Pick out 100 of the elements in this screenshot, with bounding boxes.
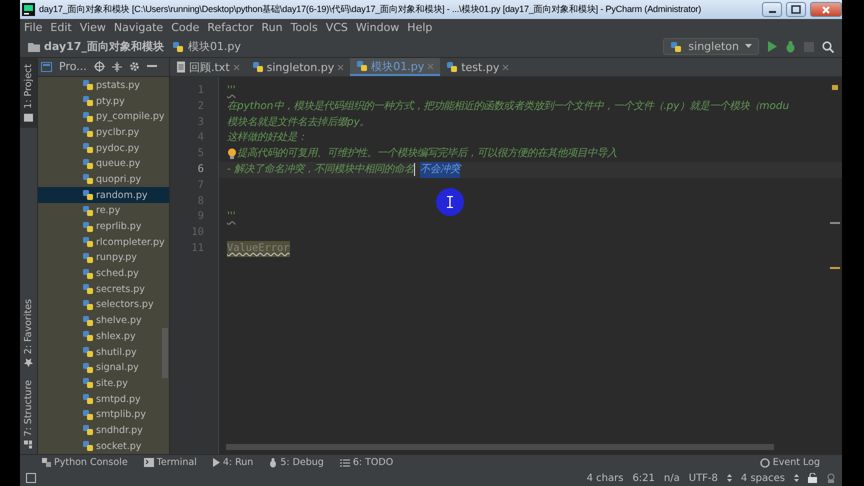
menu-item[interactable]: View [80, 21, 106, 34]
file-tree-item[interactable]: runpy.py [38, 250, 169, 266]
file-tree-item[interactable]: smtplib.py [38, 406, 169, 423]
python-file-icon [252, 61, 264, 73]
close-icon[interactable] [502, 64, 510, 70]
docstring-line: - 解决了命名冲突，不同模块中相同的命名 [227, 162, 414, 177]
folder-icon [24, 112, 33, 122]
collapse-icon[interactable] [112, 62, 122, 72]
file-tree-item[interactable]: sched.py [38, 266, 169, 282]
file-tree-item[interactable]: shelve.py [38, 312, 169, 328]
python-file-icon [356, 60, 368, 72]
warning-marker [832, 85, 838, 90]
menu-item[interactable]: Navigate [114, 21, 164, 34]
search-icon[interactable] [822, 40, 834, 52]
tool-window-button[interactable]: 4: Run [212, 457, 254, 468]
tool-window-button[interactable]: 6: TODO [340, 457, 394, 468]
menu-item[interactable]: Window [356, 21, 400, 34]
hide-icon[interactable] [146, 65, 157, 68]
file-tree-item[interactable]: reprlib.py [38, 218, 169, 234]
run-icon[interactable] [767, 41, 777, 52]
lightbulb-icon[interactable] [227, 148, 237, 160]
menu-item[interactable]: Refactor [207, 21, 254, 34]
file-tree-item[interactable]: re.py [38, 203, 169, 219]
file-tree-item[interactable]: selectors.py [38, 297, 169, 313]
file-tree-item[interactable]: site.py [38, 376, 169, 392]
python-file-icon [82, 142, 94, 154]
menu-item[interactable]: Help [407, 21, 432, 34]
close-button[interactable] [810, 2, 842, 17]
inspector-icon[interactable] [826, 472, 836, 484]
breadcrumb[interactable]: day17_面向对象和模块 [44, 39, 164, 54]
file-tree-item[interactable]: secrets.py [38, 281, 169, 298]
file-tree-item[interactable]: quopri.py [38, 172, 169, 188]
bug-icon[interactable] [785, 40, 796, 52]
updown-icon [726, 474, 732, 482]
breadcrumb[interactable]: 模块01.py [188, 39, 241, 54]
python-file-icon [82, 330, 94, 342]
tool-window-button[interactable]: Python Console [42, 457, 128, 468]
menu-item[interactable]: Edit [50, 21, 72, 34]
status-item[interactable]: 4 spaces [740, 472, 785, 484]
editor-tab[interactable]: test.py [440, 58, 516, 76]
close-icon[interactable] [232, 64, 240, 70]
file-tree-item[interactable]: random.py [38, 187, 169, 203]
file-tree-item[interactable]: py_compile.py [38, 108, 169, 125]
file-tree-item[interactable]: pty.py [38, 93, 169, 109]
panel-toggle-icon[interactable] [26, 473, 36, 483]
folder-icon [28, 42, 40, 52]
menu-item[interactable]: Code [171, 21, 200, 34]
close-icon[interactable] [337, 64, 344, 70]
mouse-cursor-icon [436, 188, 464, 216]
line-number: 6 [196, 162, 205, 177]
minimize-button[interactable] [762, 2, 782, 17]
editor-tab[interactable]: singleton.py [246, 58, 350, 76]
horizontal-scrollbar[interactable] [226, 444, 774, 450]
status-item: 4 chars [586, 472, 624, 484]
speech-bubble-icon [760, 458, 770, 468]
unresolved-reference: ValueError [227, 240, 290, 257]
docstring-line: 在python中，模块是代码组织的一种方式，把功能相近的函数或者类放到一个文件中，一个文件（.py）就是一个模块（modu [227, 98, 790, 114]
menu-item[interactable]: Tools [290, 21, 318, 34]
run-config-dropdown[interactable]: singleton [663, 38, 759, 55]
file-tree-item[interactable]: rlcompleter.py [38, 234, 169, 250]
file-tree-item[interactable]: shlex.py [38, 328, 169, 344]
file-tree-item[interactable]: socket.py [38, 438, 169, 454]
python-file-icon [82, 314, 94, 327]
app-logo-icon [22, 3, 35, 16]
python-file-icon [172, 40, 184, 52]
python-file-icon [82, 126, 94, 138]
target-icon[interactable] [94, 61, 105, 72]
file-tree-item[interactable]: shutil.py [38, 344, 169, 360]
updown-icon [794, 474, 799, 482]
python-file-icon [82, 393, 94, 406]
window-title: day17_面向对象和模块 [C:\Users\running\Desktop\python基础\day17(6-19)\代码\day17_面向对象和模块] - ...\模块01.py [day17_面向对象和模块] - PyCharm (Administrator) [39, 3, 702, 16]
tool-window-button[interactable]: 5: Debug [269, 457, 324, 468]
tool-window-tab[interactable]: 2: Favorites [20, 293, 37, 374]
menu-item[interactable]: VCS [326, 21, 348, 34]
menu-item[interactable]: File [24, 21, 42, 34]
tool-window-button[interactable]: Terminal [144, 457, 197, 468]
file-tree-item[interactable]: pstats.py [38, 78, 169, 94]
python-file-icon [82, 95, 94, 108]
file-tree-item[interactable]: pydoc.py [38, 140, 169, 156]
tool-window-tab[interactable]: 7: Structure [20, 374, 37, 454]
file-tree-item[interactable]: smtpd.py [38, 391, 169, 407]
bug-icon [269, 458, 278, 468]
file-tree-item[interactable]: sndhdr.py [38, 422, 169, 438]
file-tree-item[interactable]: signal.py [38, 360, 169, 376]
docstring-quotes: ''' [227, 209, 236, 224]
python-file-icon [82, 252, 94, 264]
scrollbar-thumb[interactable] [162, 328, 168, 378]
event-log-button[interactable]: Event Log [760, 457, 842, 468]
lock-icon[interactable] [808, 473, 817, 483]
tool-window-tab[interactable]: 1: Project [20, 58, 37, 128]
file-tree-item[interactable]: queue.py [38, 156, 169, 172]
maximize-button[interactable] [786, 2, 806, 17]
view-selector[interactable]: Pro... [59, 60, 87, 74]
settings-icon[interactable] [128, 61, 140, 72]
python-file-icon [82, 377, 94, 390]
python-file-icon [82, 408, 94, 421]
status-item[interactable]: UTF-8 [688, 472, 718, 484]
file-tree-item[interactable]: pyclbr.py [38, 124, 169, 140]
editor-tab[interactable]: 回顾.txt [170, 58, 246, 76]
menu-item[interactable]: Run [262, 21, 283, 34]
